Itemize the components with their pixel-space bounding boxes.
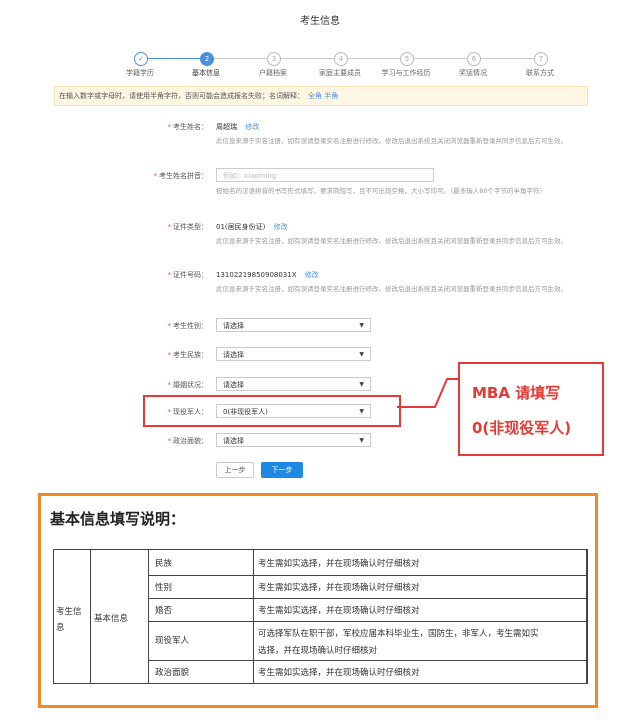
prev-button[interactable]: 上一步	[216, 462, 254, 478]
step-5-icon[interactable]: 5	[400, 52, 414, 66]
table-desc: 选择，并在现场确认时仔细核对	[258, 646, 378, 656]
table-item: 现役军人	[155, 636, 190, 646]
chevron-down-icon: ▼	[359, 381, 364, 388]
callout-line1: MBA 请填写	[472, 384, 561, 402]
idnum-value: 13102219850908031X 修改	[216, 271, 319, 279]
idnum-edit-link[interactable]: 修改	[305, 271, 319, 279]
explanation-title: 基本信息填写说明：	[50, 510, 186, 528]
table-desc: 考生需如实选择，并在现场确认时仔细核对	[258, 606, 420, 616]
name-edit-link[interactable]: 修改	[245, 123, 259, 131]
idtype-value: 01(居民身份证) 修改	[216, 223, 288, 231]
name-label: * 考生姓名：	[167, 123, 209, 131]
table-item: 性别	[155, 583, 173, 593]
next-button[interactable]: 下一步	[261, 462, 303, 478]
table-item: 民族	[155, 559, 173, 569]
table-desc: 考生需如实选择，并在现场确认时仔细核对	[258, 559, 420, 569]
step-1-label[interactable]: 学籍学历	[105, 68, 175, 78]
idtype-edit-link[interactable]: 修改	[274, 223, 288, 231]
step-7-label[interactable]: 联系方式	[505, 68, 575, 78]
table-desc: 考生需如实选择，并在现场确认时仔细核对	[258, 583, 420, 593]
step-3-icon[interactable]: 3	[267, 52, 281, 66]
gender-select[interactable]: 请选择 ▼	[216, 318, 371, 332]
step-7-icon[interactable]: 7	[534, 52, 548, 66]
ethnic-label: * 考生民族：	[167, 351, 209, 359]
military-select[interactable]: 0(非现役军人) ▼	[216, 404, 371, 418]
step-2-icon[interactable]: 2	[200, 52, 214, 66]
table-col2: 基本信息	[94, 614, 129, 624]
step-connector	[346, 58, 400, 59]
step-5-label[interactable]: 学习与工作经历	[371, 68, 441, 78]
step-4-label[interactable]: 家庭主要成员	[305, 68, 375, 78]
gender-label: * 考生性别：	[167, 322, 209, 330]
political-select[interactable]: 请选择 ▼	[216, 433, 371, 447]
idtype-label: * 证件类型：	[167, 223, 209, 231]
marital-select[interactable]: 请选择 ▼	[216, 377, 371, 391]
step-6-label[interactable]: 奖惩情况	[438, 68, 508, 78]
idnum-note: 此信息来源于实名注册，如有误请登录实名注册进行修改。修改后退出系统且关闭浏览器重…	[216, 285, 567, 293]
idtype-note: 此信息来源于实名注册，如有误请登录实名注册进行修改。修改后退出系统且关闭浏览器重…	[216, 237, 567, 245]
name-value: 周超瑞 修改	[216, 123, 260, 131]
step-6-icon[interactable]: 6	[467, 52, 481, 66]
military-label: * 现役军人：	[167, 408, 209, 416]
step-2-label[interactable]: 基本信息	[171, 68, 241, 78]
step-connector	[479, 58, 534, 59]
notice-bar: 在输入数字或字母时，请使用半角字符，否则可能会造成报名失败；名词解释： 全角 半角	[54, 86, 588, 106]
step-connector	[412, 58, 467, 59]
step-connector	[146, 58, 200, 59]
table-item: 政治面貌	[155, 668, 190, 678]
table-item: 婚否	[155, 606, 173, 616]
pinyin-input[interactable]: 例如：xiaoming	[216, 168, 434, 182]
callout-box	[458, 362, 604, 456]
page-title: 考生信息	[300, 16, 340, 27]
table-col1: 考生信息	[56, 607, 82, 633]
notice-text: 在输入数字或字母时，请使用半角字符，否则可能会造成报名失败；名词解释：	[59, 92, 304, 100]
step-connector	[279, 58, 334, 59]
chevron-down-icon: ▼	[359, 351, 364, 358]
ethnic-select[interactable]: 请选择 ▼	[216, 347, 371, 361]
marital-label: * 婚姻状况：	[167, 381, 209, 389]
chevron-down-icon: ▼	[359, 437, 364, 444]
step-3-label[interactable]: 户籍档案	[238, 68, 308, 78]
table-desc: 考生需如实选择，并在现场确认时仔细核对	[258, 668, 420, 678]
table-desc: 可选择军队在职干部，军校应届本科毕业生，国防生，非军人，考生需如实	[258, 629, 539, 639]
callout-connector	[397, 378, 459, 408]
name-note: 此信息来源于实名注册，如有误请登录实名注册进行修改。修改后退出系统且关闭浏览器重…	[216, 137, 567, 145]
step-connector	[212, 58, 267, 59]
chevron-down-icon: ▼	[359, 322, 364, 329]
political-label: * 政治面貌：	[167, 437, 209, 445]
step-4-icon[interactable]: 4	[334, 52, 348, 66]
callout-line2: 0(非现役军人)	[472, 419, 572, 437]
notice-link[interactable]: 全角 半角	[304, 92, 338, 100]
pinyin-note: 按姓名的汉语拼音的书写形式填写，要求简短写，且不可出现空格，大小写均可。（最多输…	[216, 187, 547, 195]
idnum-label: * 证件号码：	[167, 271, 209, 279]
pinyin-label: * 考生姓名拼音：	[153, 172, 209, 180]
step-1-icon[interactable]: ✓	[134, 52, 148, 66]
chevron-down-icon: ▼	[359, 408, 364, 415]
